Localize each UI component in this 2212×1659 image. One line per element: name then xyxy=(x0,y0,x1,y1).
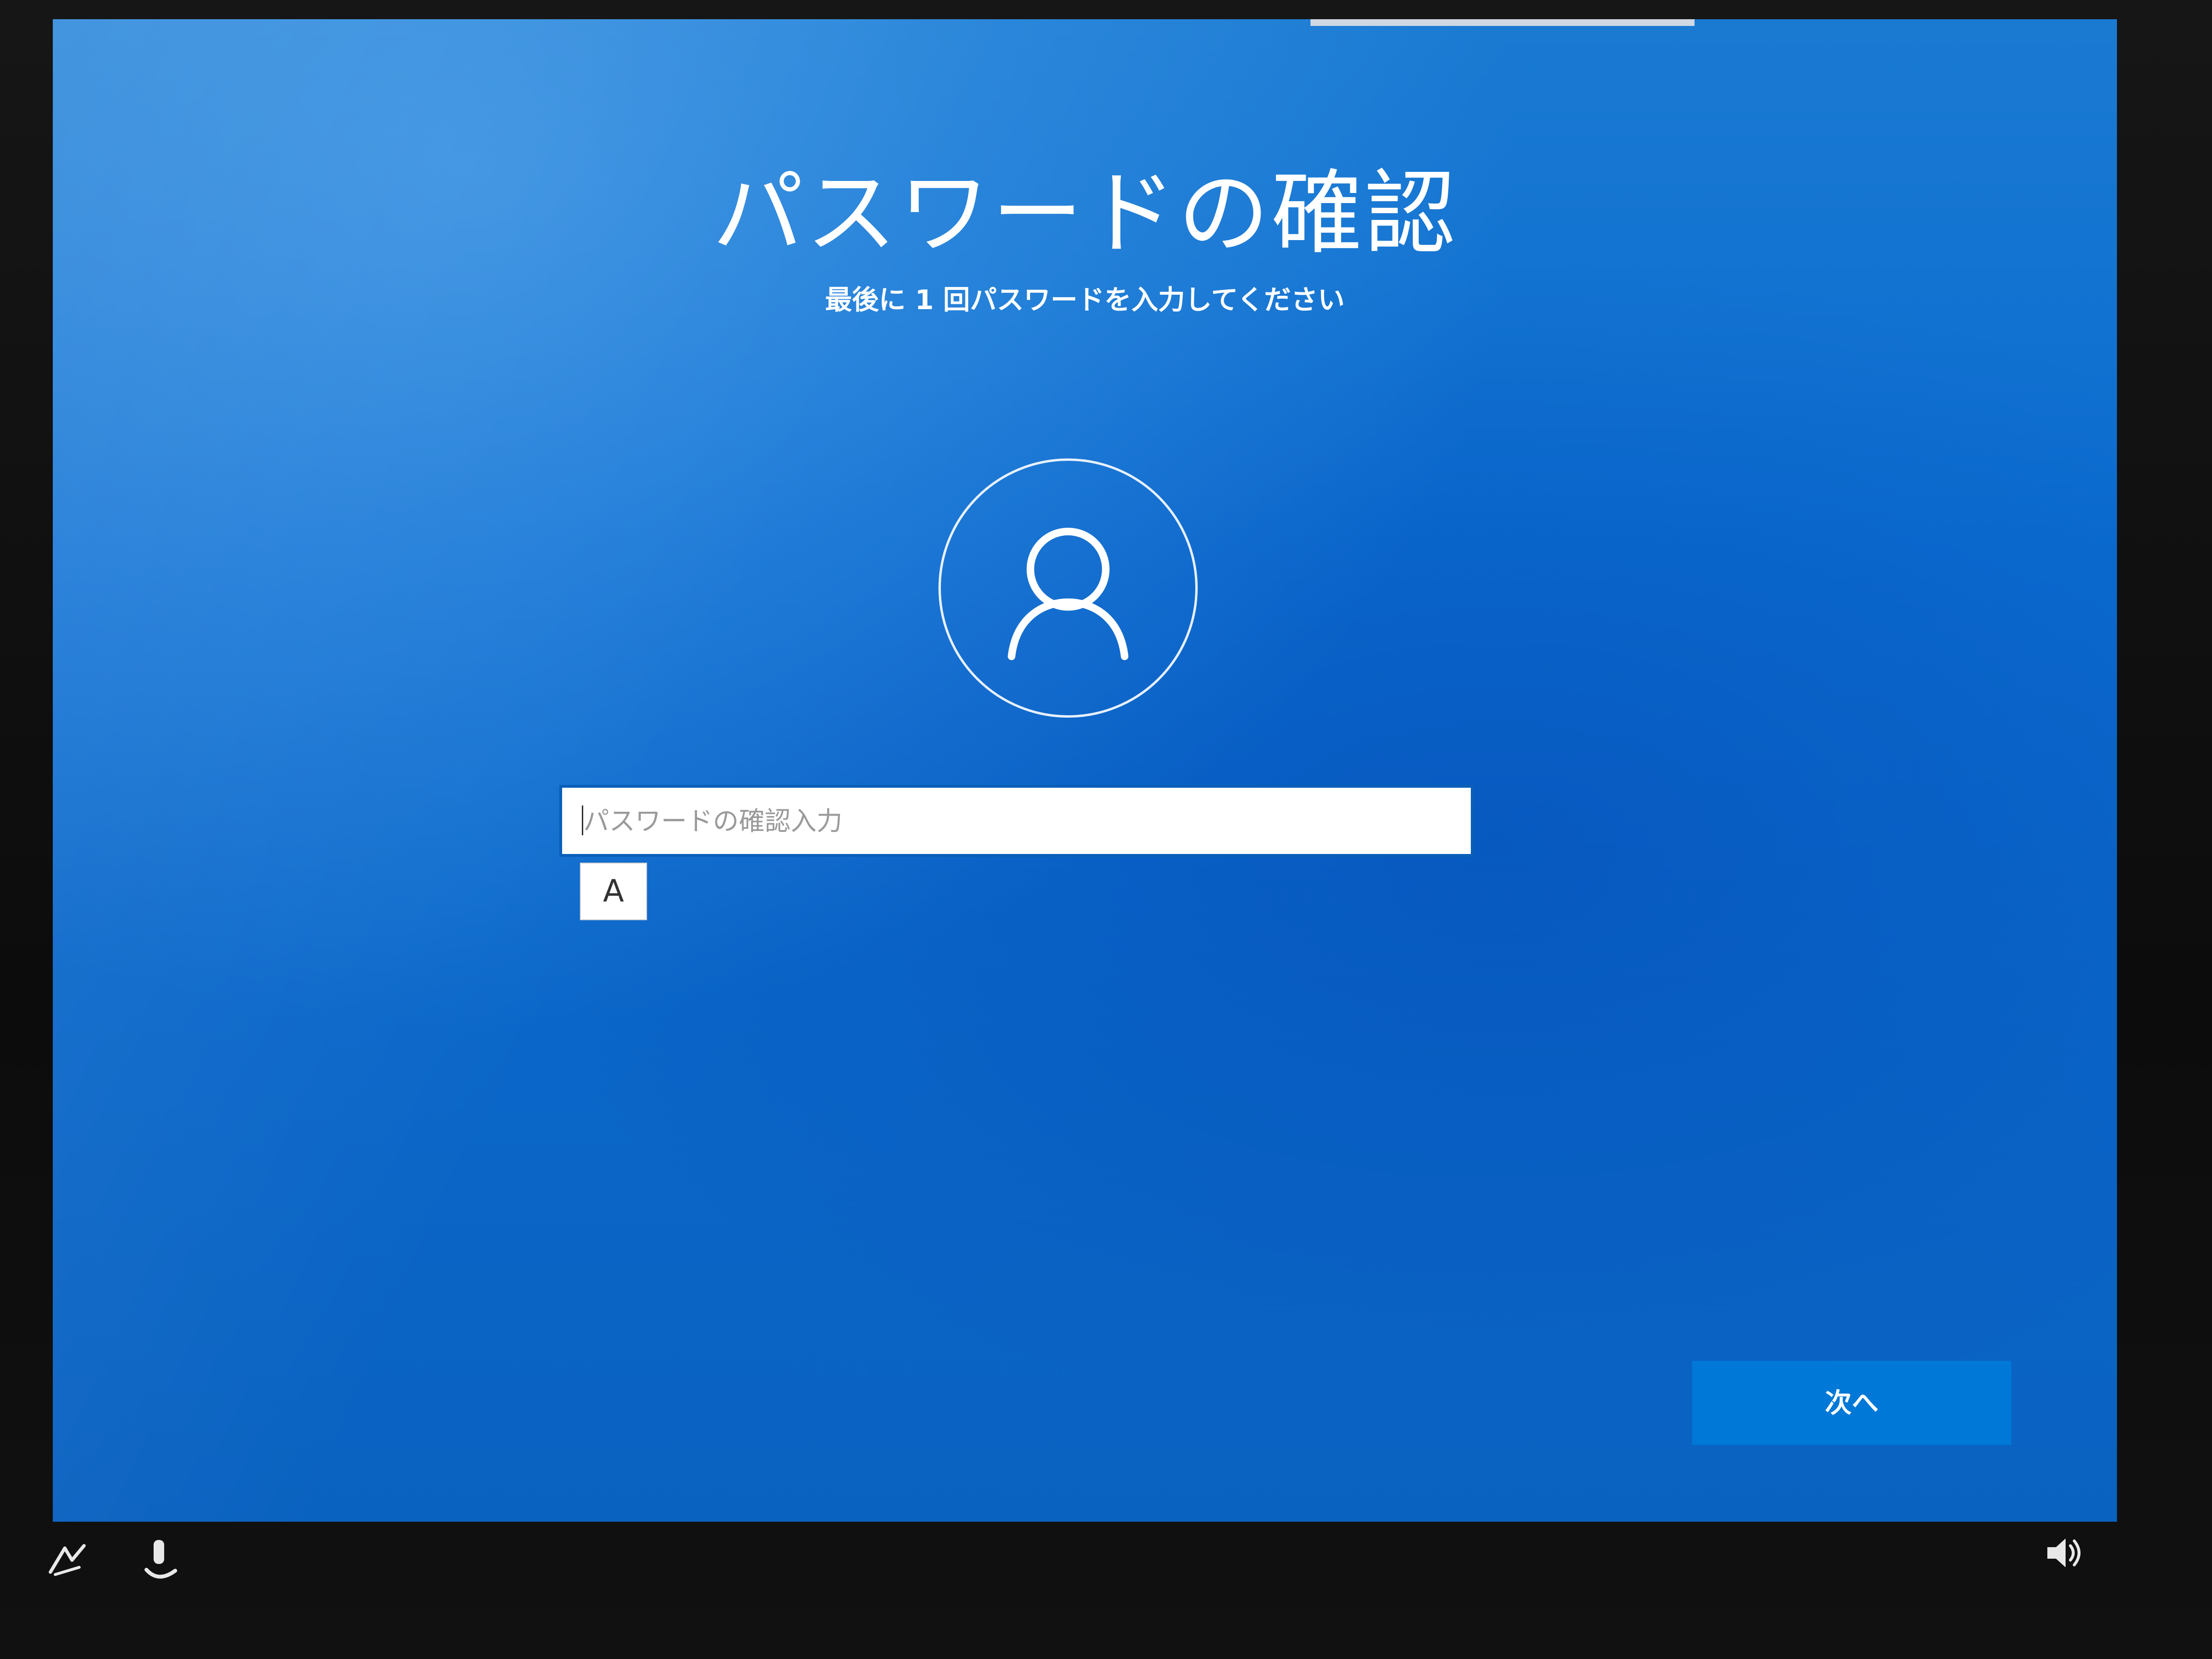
accessibility-icon[interactable] xyxy=(139,1536,182,1584)
page-subtitle: 最後に 1 回パスワードを入力してください xyxy=(825,285,1345,316)
setup-screen: パスワードの確認 最後に 1 回パスワードを入力してください xyxy=(53,19,2117,1522)
top-highlight xyxy=(1310,19,1695,26)
user-avatar xyxy=(938,458,1198,718)
next-button[interactable]: 次へ xyxy=(1692,1361,2011,1445)
user-icon xyxy=(1008,528,1129,661)
volume-icon[interactable] xyxy=(2043,1534,2086,1572)
page-title: パスワードの確認 xyxy=(712,160,1457,266)
password-confirm-input[interactable] xyxy=(559,785,1474,857)
ease-of-access-icon[interactable] xyxy=(46,1539,89,1582)
ime-mode-indicator[interactable]: A xyxy=(580,863,647,920)
text-caret xyxy=(582,805,583,835)
